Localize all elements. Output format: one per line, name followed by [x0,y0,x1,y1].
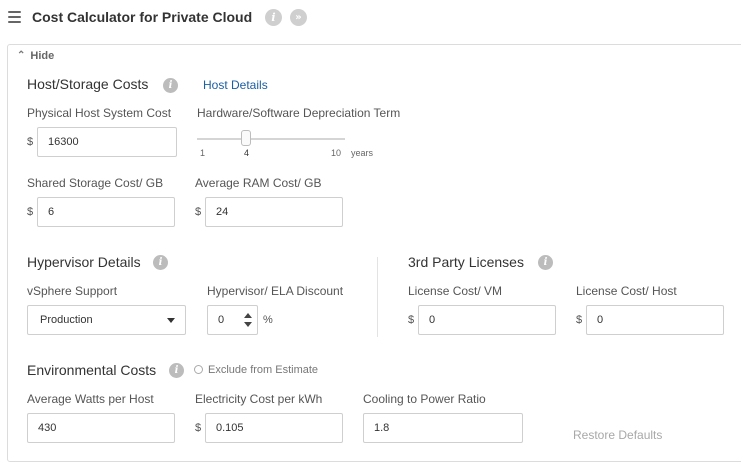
hide-toggle[interactable]: ⌃ Hide [17,50,54,62]
electricity-currency: $ [195,422,202,434]
watts-label: Average Watts per Host [27,392,154,406]
slider-unit: years [351,148,374,158]
spinner-icon[interactable] [244,313,252,327]
page-title: Cost Calculator for Private Cloud [32,9,253,25]
discount-label: Hypervisor/ ELA Discount [207,284,344,298]
depreciation-slider-handle[interactable] [241,130,252,146]
electricity-input[interactable]: 0.105 [205,413,343,443]
menu-icon[interactable] [8,11,21,23]
restore-defaults-button[interactable]: Restore Defaults [573,428,662,442]
hypervisor-title: Hypervisor Details [27,254,141,270]
cooling-label: Cooling to Power Ratio [363,392,486,406]
depreciation-label: Hardware/Software Depreciation Term [197,106,401,120]
host-details-link[interactable]: Host Details [203,78,268,92]
slider-max: 10 [331,148,342,158]
info-icon[interactable]: i [265,9,282,26]
cooling-input[interactable]: 1.8 [363,413,523,443]
support-label: vSphere Support [27,284,118,298]
support-selected-value: Production [40,314,93,326]
ram-cost-label: Average RAM Cost/ GB [195,176,322,190]
discount-unit: % [263,314,273,326]
slider-min: 1 [200,148,206,158]
hide-label: Hide [30,50,55,62]
host-storage-title: Host/Storage Costs [27,76,149,92]
environmental-info-icon[interactable]: i [169,363,184,378]
watts-input[interactable]: 430 [27,413,175,443]
storage-cost-label: Shared Storage Cost/ GB [27,176,164,190]
storage-currency: $ [27,206,34,218]
discount-value: 0 [218,314,225,326]
host-storage-info-icon[interactable]: i [163,78,178,93]
vm-license-currency: $ [408,314,415,326]
dropdown-caret-icon [167,318,175,323]
more-icon[interactable]: » [290,9,307,26]
host-license-input[interactable]: 0 [586,305,724,335]
licenses-title: 3rd Party Licenses [408,254,524,270]
section-divider [377,257,378,337]
storage-cost-input[interactable]: 6 [37,197,175,227]
host-license-label: License Cost/ Host [576,284,677,298]
vm-license-label: License Cost/ VM [408,284,503,298]
slider-value: 4 [244,148,250,158]
ram-currency: $ [195,206,202,218]
host-cost-label: Physical Host System Cost [27,106,172,120]
host-cost-input[interactable]: 16300 [37,127,177,157]
electricity-label: Electricity Cost per kWh [195,392,323,406]
host-license-currency: $ [576,314,583,326]
discount-input[interactable]: 0 [207,305,258,335]
ram-cost-input[interactable]: 24 [205,197,343,227]
vm-license-input[interactable]: 0 [418,305,556,335]
licenses-info-icon[interactable]: i [538,255,553,270]
host-cost-currency: $ [27,136,34,148]
support-select[interactable]: Production [27,305,186,335]
exclude-checkbox[interactable] [194,365,203,374]
environmental-title: Environmental Costs [27,362,157,378]
depreciation-slider-track[interactable] [197,138,345,140]
collapse-icon: ⌃ [17,50,26,61]
exclude-label[interactable]: Exclude from Estimate [208,364,318,376]
hypervisor-info-icon[interactable]: i [153,255,168,270]
